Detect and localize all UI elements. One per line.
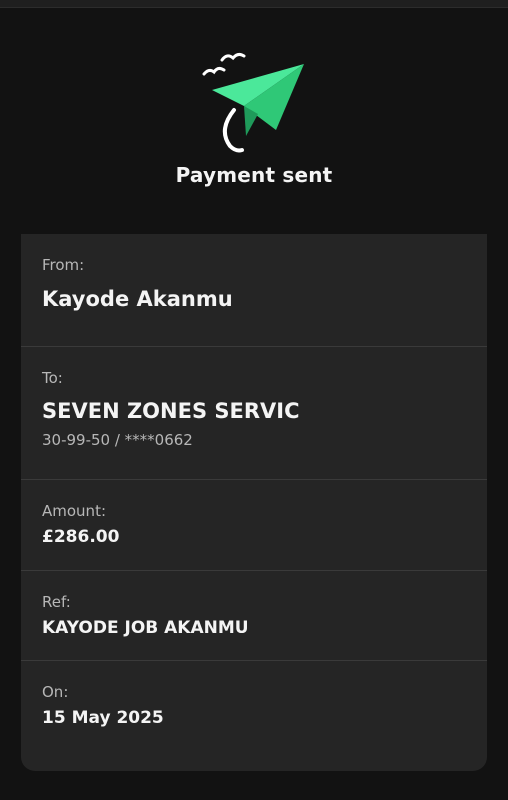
paper-plane-icon <box>202 52 304 153</box>
payment-confirmation-header: Payment sent <box>0 8 508 234</box>
payment-details-card: From: Kayode Akanmu To: SEVEN ZONES SERV… <box>21 234 487 771</box>
from-section: From: Kayode Akanmu <box>21 234 487 347</box>
ref-section: Ref: KAYODE JOB AKANMU <box>21 571 487 661</box>
to-account-details: 30-99-50 / ****0662 <box>42 431 193 449</box>
ref-label: Ref: <box>42 593 71 611</box>
to-section: To: SEVEN ZONES SERVIC 30-99-50 / ****06… <box>21 347 487 480</box>
payment-status-title: Payment sent <box>175 163 333 187</box>
amount-label: Amount: <box>42 502 106 520</box>
from-value: Kayode Akanmu <box>42 287 233 311</box>
date-label: On: <box>42 683 69 701</box>
to-label: To: <box>42 369 63 387</box>
ref-value: KAYODE JOB AKANMU <box>42 618 249 638</box>
top-bar <box>0 0 508 8</box>
amount-section: Amount: £286.00 <box>21 480 487 571</box>
from-label: From: <box>42 256 85 274</box>
date-value: 15 May 2025 <box>42 708 164 728</box>
amount-value: £286.00 <box>42 527 120 547</box>
to-value: SEVEN ZONES SERVIC <box>42 399 300 423</box>
date-section: On: 15 May 2025 <box>21 661 487 771</box>
